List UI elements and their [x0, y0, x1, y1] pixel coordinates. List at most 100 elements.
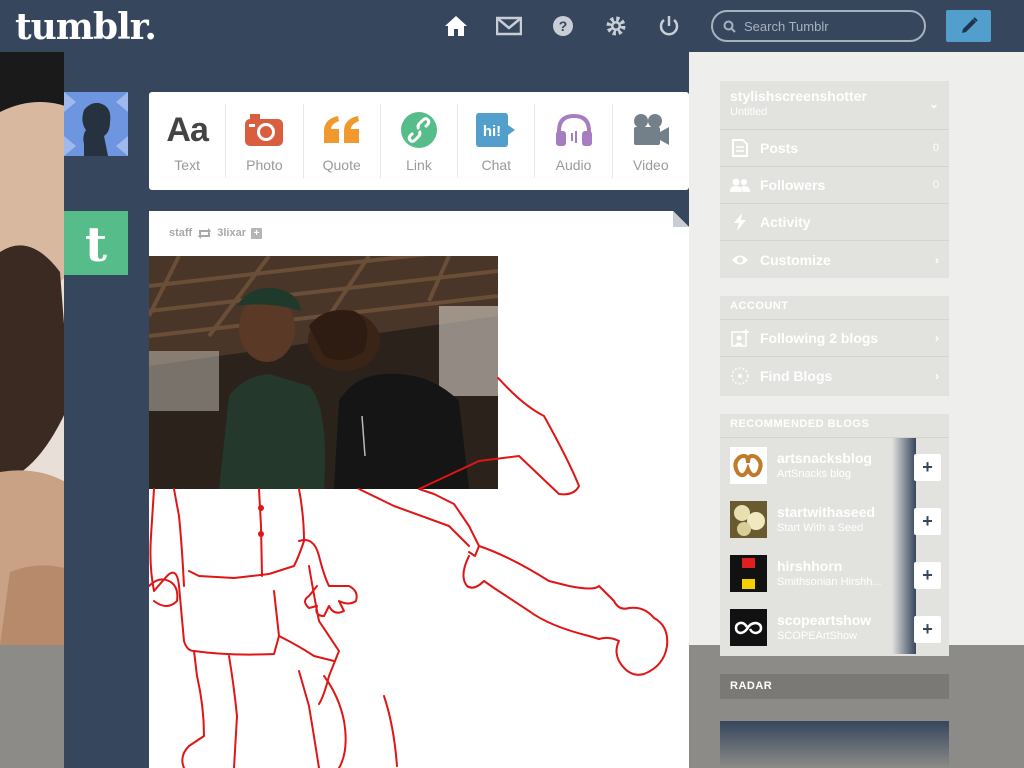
- post-type-bar: Aa Text Photo Quote Link hi! Chat Audio: [149, 92, 689, 190]
- power-icon[interactable]: [656, 13, 682, 39]
- svg-text:?: ?: [559, 18, 568, 34]
- camera-icon: [245, 109, 284, 151]
- follow-blog-button[interactable]: +: [914, 562, 941, 589]
- follow-blog-button[interactable]: +: [914, 616, 941, 643]
- headphones-icon: [555, 109, 593, 151]
- post-type-chat[interactable]: hi! Chat: [458, 104, 536, 178]
- mail-icon[interactable]: [496, 13, 522, 39]
- post-type-quote[interactable]: Quote: [304, 104, 381, 178]
- radar-post-preview[interactable]: [720, 721, 949, 768]
- help-icon[interactable]: ?: [550, 13, 576, 39]
- tumblr-staff-avatar[interactable]: t: [64, 211, 128, 275]
- post-corner-fold[interactable]: [673, 211, 689, 227]
- follow-plus-icon[interactable]: +: [250, 227, 262, 239]
- dashboard-post: staff 3lixar +: [149, 211, 689, 768]
- chevron-down-icon[interactable]: ⌄: [929, 97, 939, 111]
- blog-name[interactable]: stylishscreenshotter: [730, 88, 939, 104]
- svg-text:t: t: [85, 219, 107, 267]
- account-heading: ACCOUNT: [720, 296, 949, 320]
- posts-count: 0: [932, 142, 939, 154]
- eye-icon: [730, 254, 750, 266]
- sidebar-item-customize[interactable]: Customize ›: [720, 241, 949, 278]
- followers-count: 0: [932, 179, 939, 191]
- home-icon[interactable]: [443, 13, 469, 39]
- post-type-label: Audio: [555, 157, 592, 173]
- recommended-blog-name[interactable]: hirshhorn: [777, 558, 882, 574]
- activity-icon: [730, 213, 750, 231]
- sidebar-item-label: Customize: [760, 251, 831, 268]
- gear-icon[interactable]: [603, 13, 629, 39]
- video-camera-icon: [632, 109, 670, 151]
- post-type-label: Chat: [481, 157, 512, 173]
- post-type-text[interactable]: Aa Text: [149, 104, 227, 178]
- blog-subtitle: Untitled: [730, 106, 768, 118]
- recommended-blog-desc: ArtSnacks blog: [777, 468, 851, 480]
- account-card: ACCOUNT Following 2 blogs › Find Blogs ›: [720, 296, 949, 396]
- quote-icon: [322, 109, 362, 151]
- svg-text:hi!: hi!: [483, 123, 501, 140]
- row-fade: [892, 492, 916, 546]
- sidebar-item-find-blogs[interactable]: Find Blogs ›: [720, 357, 949, 394]
- radar-heading: RADAR: [720, 674, 949, 699]
- recommended-heading: RECOMMENDED BLOGS: [720, 414, 949, 438]
- scope-logo: [730, 608, 767, 646]
- post-type-label: Text: [174, 157, 200, 173]
- pretzel-avatar: [730, 446, 767, 484]
- sidebar-item-activity[interactable]: Activity: [720, 204, 949, 241]
- sidebar-item-label: Posts: [760, 140, 799, 156]
- row-fade: [892, 600, 916, 654]
- compose-button[interactable]: [946, 10, 991, 42]
- search-box[interactable]: [711, 10, 926, 42]
- recommended-blog-desc: Smithsonian Hirshh...: [777, 576, 882, 588]
- chevron-right-icon: ›: [935, 252, 939, 267]
- row-fade: [892, 546, 916, 600]
- chat-icon: hi!: [476, 109, 516, 151]
- post-type-label: Link: [406, 157, 432, 173]
- sidebar-item-followers[interactable]: Followers 0: [720, 167, 949, 204]
- blog-header[interactable]: stylishscreenshotter Untitled ⌄: [720, 81, 949, 130]
- red-line-drawing: [149, 377, 669, 768]
- followers-icon: [730, 178, 750, 192]
- tumblr-logo[interactable]: tumblr.: [15, 6, 157, 48]
- flower-avatar: [730, 500, 767, 538]
- user-avatar[interactable]: [64, 92, 128, 156]
- post-type-label: Quote: [322, 157, 361, 173]
- sidebar-item-posts[interactable]: Posts 0: [720, 130, 949, 167]
- search-input[interactable]: [744, 18, 914, 34]
- recommended-blog-desc: Start With a Seed: [777, 522, 864, 534]
- hirshhorn-logo: [730, 554, 767, 592]
- chevron-right-icon: ›: [935, 331, 939, 345]
- sidebar-item-label: Find Blogs: [760, 367, 833, 384]
- sidebar-item-label: Activity: [760, 214, 811, 230]
- post-type-photo[interactable]: Photo: [226, 104, 304, 178]
- post-type-label: Photo: [246, 157, 283, 173]
- follow-blog-button[interactable]: +: [914, 454, 941, 481]
- link-icon: [400, 109, 438, 151]
- posts-icon: [730, 139, 750, 157]
- post-type-label: Video: [633, 157, 669, 173]
- row-fade: [892, 438, 916, 492]
- top-bar: tumblr. ?: [0, 0, 1024, 52]
- post-header: staff 3lixar +: [169, 227, 262, 239]
- post-author-link[interactable]: staff: [169, 227, 192, 239]
- post-type-link[interactable]: Link: [381, 104, 459, 178]
- compass-icon: [730, 366, 750, 385]
- pencil-icon: [961, 17, 978, 33]
- following-icon: [730, 329, 750, 347]
- recommended-blog-desc: SCOPEArtShow: [777, 630, 858, 642]
- reblogged-from-link[interactable]: 3lixar: [217, 227, 246, 239]
- post-type-video[interactable]: Video: [613, 104, 689, 178]
- follow-blog-button[interactable]: +: [914, 508, 941, 535]
- chevron-right-icon: ›: [935, 368, 939, 383]
- recommended-blog-name[interactable]: artsnacksblog: [777, 450, 872, 466]
- post-type-audio[interactable]: Audio: [535, 104, 613, 178]
- sidebar-item-label: Following 2 blogs: [760, 330, 879, 346]
- recommended-blog-name[interactable]: startwithaseed: [777, 504, 875, 520]
- sidebar-item-following[interactable]: Following 2 blogs ›: [720, 320, 949, 357]
- text-icon: Aa: [166, 110, 208, 149]
- reblog-icon: [197, 227, 212, 239]
- blog-card: stylishscreenshotter Untitled ⌄ Posts 0 …: [720, 81, 949, 278]
- sidebar-item-label: Followers: [760, 177, 826, 193]
- recommended-blog-name[interactable]: scopeartshow: [777, 612, 871, 628]
- search-icon: [723, 20, 736, 33]
